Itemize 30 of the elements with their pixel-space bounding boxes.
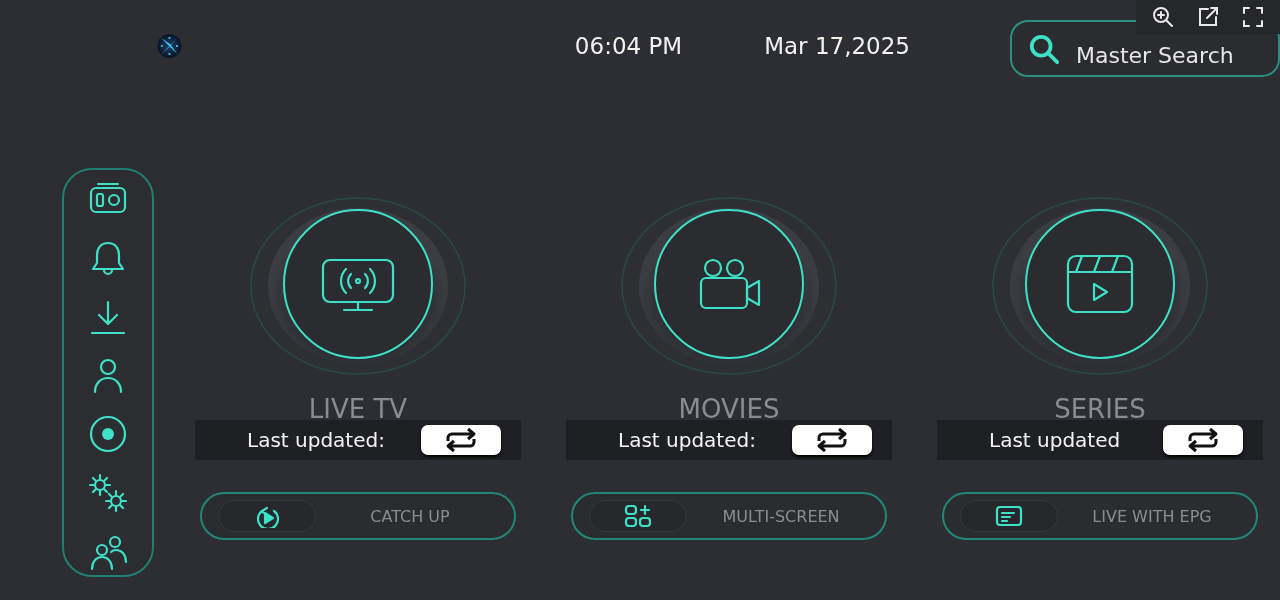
category-title: LIVE TV [308,394,408,424]
last-updated-text: Last updated [989,428,1122,452]
category-button[interactable] [620,196,838,376]
category-button[interactable] [249,196,467,376]
search-icon [1028,32,1060,65]
clock-time: 06:04 PM [574,33,683,59]
clapperboard-icon [1066,254,1134,314]
fullscreen-icon[interactable] [1241,5,1266,29]
refresh-button[interactable] [792,425,872,455]
external-link-icon[interactable] [1196,5,1220,29]
category-title: MOVIES [678,394,780,424]
category-title: SERIES [1054,394,1146,424]
last-updated-text: Last updated: [247,428,386,452]
repeat-icon [444,427,478,453]
last-updated-text: Last updated: [618,428,757,452]
date-text: Mar 17,2025 [764,33,910,59]
video-camera-icon [699,258,761,310]
repeat-icon [815,427,849,453]
refresh-button[interactable] [421,425,501,455]
settings-icon[interactable] [87,472,129,515]
tv-icon [321,258,395,312]
zoom-in-icon[interactable] [1150,5,1175,29]
feature-button[interactable]: MULTI-SCREEN [571,492,887,540]
feature-button[interactable]: LIVE WITH EPG [942,492,1258,540]
refresh-button[interactable] [1163,425,1243,455]
grid-icon [623,504,653,528]
category-button[interactable] [991,196,1209,376]
feature-button[interactable]: CATCH UP [200,492,516,540]
repeat-icon [1186,427,1220,453]
guide-icon [994,504,1024,528]
